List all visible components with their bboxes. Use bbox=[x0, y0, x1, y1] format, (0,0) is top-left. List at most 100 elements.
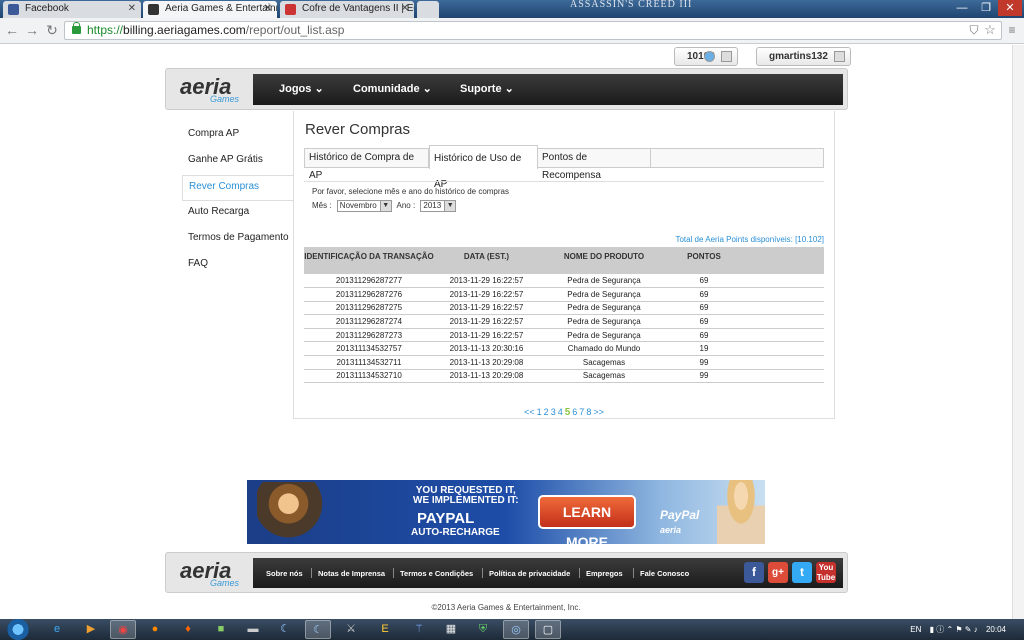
nav-comunidade[interactable]: Comunidade ⌄ bbox=[353, 82, 432, 95]
app-icon[interactable]: ☾ bbox=[305, 620, 331, 639]
ie-icon[interactable]: e bbox=[44, 620, 70, 639]
year-select[interactable]: 2013 ▼ bbox=[420, 200, 457, 212]
table-cell-spacer bbox=[739, 369, 824, 384]
close-icon[interactable]: ✕ bbox=[128, 3, 136, 14]
tab-cofre[interactable]: Cofre de Vantagens II | Edi ✕ bbox=[280, 1, 414, 18]
pager-page[interactable]: 8 bbox=[586, 407, 591, 417]
tab-compra-ap[interactable]: Histórico de Compra de AP bbox=[305, 149, 429, 181]
new-tab-button[interactable] bbox=[417, 1, 439, 18]
chevron-down-icon: ▼ bbox=[379, 201, 391, 211]
lock-icon bbox=[72, 22, 81, 34]
footer-link[interactable]: Termos e Condições bbox=[400, 569, 473, 578]
tray-icons[interactable]: ▮ ⓘ ⌃ ⚑ ✎ ♪ bbox=[930, 625, 978, 634]
points-box[interactable]: 10102 bbox=[674, 47, 738, 66]
app-icon[interactable]: E bbox=[372, 620, 398, 639]
reload-icon[interactable]: ↻ bbox=[44, 22, 60, 38]
shield-icon[interactable]: ⛉ bbox=[966, 22, 982, 38]
footer-link[interactable]: Fale Conosco bbox=[640, 569, 689, 578]
table-cell-spacer bbox=[739, 341, 824, 357]
media-icon[interactable]: ▶ bbox=[78, 620, 104, 639]
scrollbar[interactable] bbox=[1012, 45, 1024, 619]
close-icon[interactable]: ✕ bbox=[264, 3, 272, 14]
table-cell: 2013-11-13 20:29:08 bbox=[434, 355, 539, 370]
sidebar-item-faq[interactable]: FAQ bbox=[182, 253, 294, 279]
sidebar-item-compra-ap[interactable]: Compra AP bbox=[182, 123, 294, 149]
window-logo: ASSASSIN'S CREED III bbox=[570, 0, 693, 10]
app-icon[interactable]: ⚚ bbox=[406, 620, 432, 639]
youtube-icon[interactable]: You Tube bbox=[816, 562, 836, 583]
app-icon[interactable]: ▬ bbox=[240, 620, 266, 639]
tab-aeria[interactable]: Aeria Games & Entertainm ✕ bbox=[143, 1, 277, 18]
sidebar-item-termos[interactable]: Termos de Pagamento bbox=[182, 227, 294, 253]
table-cell: 69 bbox=[669, 287, 739, 302]
back-icon[interactable]: ← bbox=[4, 22, 20, 38]
nav-jogos[interactable]: Jogos ⌄ bbox=[279, 82, 324, 95]
minecraft-icon[interactable]: ■ bbox=[208, 620, 234, 639]
table-cell: Sacagemas bbox=[539, 355, 669, 370]
nav-suporte[interactable]: Suporte ⌄ bbox=[460, 82, 514, 95]
app-icon[interactable]: ▦ bbox=[438, 620, 464, 639]
pager-page[interactable]: 7 bbox=[579, 407, 584, 417]
pager-page[interactable]: 1 bbox=[537, 407, 542, 417]
pager-page[interactable]: 6 bbox=[572, 407, 577, 417]
aeria-logo[interactable]: aeria Games bbox=[180, 74, 239, 104]
language-indicator[interactable]: EN bbox=[910, 625, 921, 634]
pager-page[interactable]: 3 bbox=[551, 407, 556, 417]
clock[interactable]: 20:04 bbox=[986, 625, 1006, 634]
col-header: DATA (EST.) bbox=[434, 247, 539, 274]
sidebar-item-rever-compras[interactable]: Rever Compras bbox=[182, 175, 294, 201]
tab-recompensa[interactable]: Pontos de Recompensa bbox=[538, 149, 651, 181]
facebook-icon[interactable]: f bbox=[744, 562, 764, 583]
forward-icon[interactable]: → bbox=[24, 22, 40, 38]
maximize-icon[interactable]: ❐ bbox=[974, 0, 998, 16]
chrome-icon[interactable]: ◉ bbox=[110, 620, 136, 639]
url-host: billing.aeriagames.com bbox=[123, 23, 246, 37]
pager-next[interactable]: >> bbox=[593, 407, 604, 417]
star-icon[interactable]: ☆ bbox=[982, 22, 998, 38]
footer-logo[interactable]: aeria Games bbox=[180, 558, 239, 588]
close-window-icon[interactable]: ✕ bbox=[998, 0, 1022, 16]
twitter-icon[interactable]: t bbox=[792, 562, 812, 583]
dropdown-icon[interactable] bbox=[720, 51, 732, 62]
app-icon[interactable]: ◎ bbox=[503, 620, 529, 639]
table-row: 201311296287277 2013-11-29 16:22:57 Pedra … bbox=[304, 274, 824, 289]
table-cell: 2013-11-29 16:22:57 bbox=[434, 301, 539, 316]
sidebar-item-ganhe-ap[interactable]: Ganhe AP Grátis bbox=[182, 149, 294, 175]
month-select[interactable]: Novembro ▼ bbox=[336, 200, 392, 212]
pager-page[interactable]: 2 bbox=[544, 407, 549, 417]
tab-uso-ap[interactable]: Histórico de Uso de AP bbox=[429, 145, 538, 190]
minimize-icon[interactable]: — bbox=[950, 0, 974, 16]
date-filters: Mês : Novembro ▼ Ano : 2013 ▼ bbox=[312, 200, 459, 212]
table-row: 201311296287273 2013-11-29 16:22:57 Pedra … bbox=[304, 328, 824, 343]
site-icon bbox=[285, 4, 296, 15]
url-input[interactable]: https://billing.aeriagames.com/report/ou… bbox=[64, 21, 1002, 40]
table-row: 201311296287276 2013-11-29 16:22:57 Pedra … bbox=[304, 287, 824, 302]
pager-page[interactable]: 5 bbox=[565, 407, 571, 418]
footer-link[interactable]: Política de privacidade bbox=[489, 569, 570, 578]
table-cell: 2013-11-29 16:22:57 bbox=[434, 314, 539, 329]
app-icon[interactable]: ♦ bbox=[175, 620, 201, 639]
footer-link[interactable]: Empregos bbox=[586, 569, 623, 578]
app-icon[interactable]: ▢ bbox=[535, 620, 561, 639]
table-cell: 2013-11-29 16:22:57 bbox=[434, 287, 539, 302]
address-bar: ← → ↻ https://billing.aeriagames.com/rep… bbox=[0, 18, 1024, 44]
google-plus-icon[interactable]: g+ bbox=[768, 562, 788, 583]
username-box[interactable]: gmartins132 bbox=[756, 47, 851, 66]
start-button[interactable] bbox=[7, 619, 29, 640]
firefox-icon[interactable]: ● bbox=[142, 620, 168, 639]
table-cell: 69 bbox=[669, 328, 739, 343]
pager-prev[interactable]: << bbox=[524, 407, 535, 417]
close-icon[interactable]: ✕ bbox=[401, 3, 409, 14]
paypal-banner[interactable]: YOU REQUESTED IT, WE IMPLEMENTED IT: PAYP… bbox=[247, 480, 765, 544]
learn-more-button[interactable]: LEARN MORE bbox=[538, 495, 636, 544]
menu-icon[interactable]: ≡ bbox=[1004, 22, 1020, 38]
app-icon[interactable]: ⚔ bbox=[338, 620, 364, 639]
tab-facebook[interactable]: Facebook ✕ bbox=[3, 1, 141, 18]
footer-link[interactable]: Sobre nós bbox=[266, 569, 303, 578]
footer-link[interactable]: Notas de Imprensa bbox=[318, 569, 385, 578]
app-icon[interactable]: ☾ bbox=[272, 620, 298, 639]
dropdown-icon[interactable] bbox=[833, 51, 845, 62]
sidebar-item-auto-recarga[interactable]: Auto Recarga bbox=[182, 201, 294, 227]
app-icon[interactable]: ⛨ bbox=[470, 620, 496, 639]
pager-page[interactable]: 4 bbox=[558, 407, 563, 417]
